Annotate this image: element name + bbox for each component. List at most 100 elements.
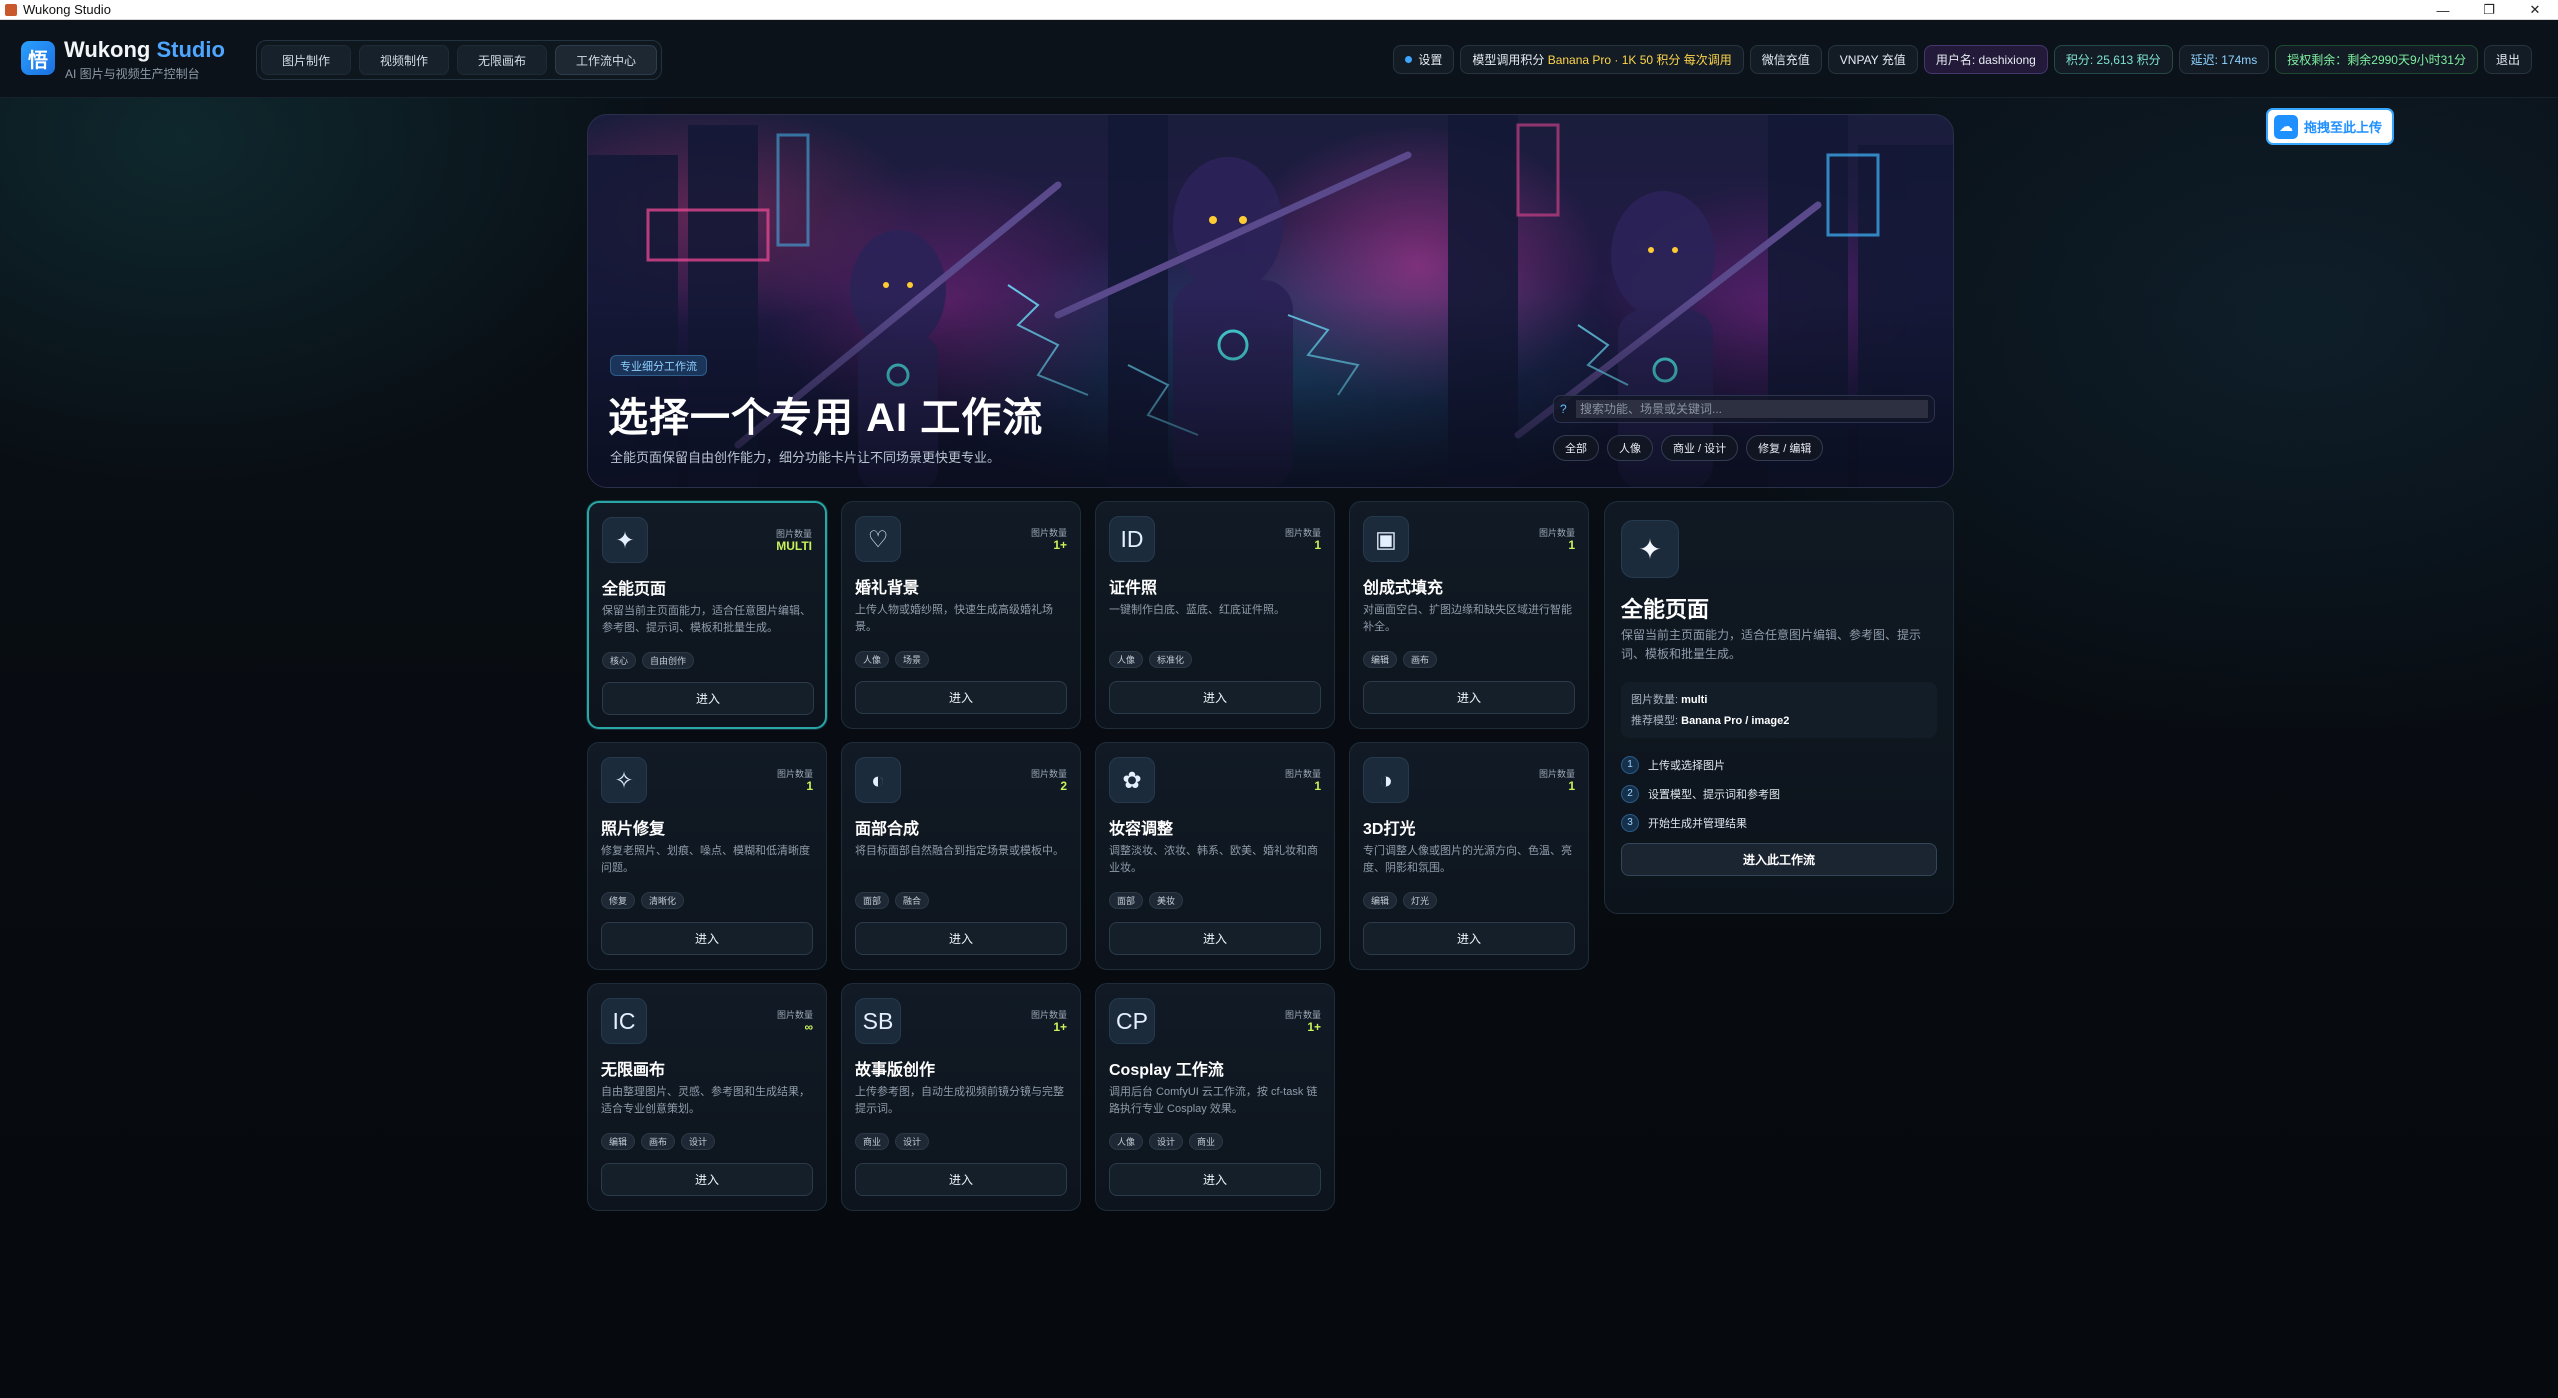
app-icon: [5, 3, 17, 16]
card-description: 上传人物或婚纱照，快速生成高级婚礼场景。: [855, 604, 1053, 633]
workflow-card[interactable]: ◑ 图片数量 1 3D打光 专门调整人像或图片的光源方向、色温、亮度、阴影和氛围。 编辑灯…: [1349, 742, 1589, 970]
minimize-icon[interactable]: —: [2420, 0, 2466, 20]
card-description: 上传参考图，自动生成视频前镜分镜与完整提示词。: [855, 1086, 1064, 1115]
vnpay-recharge-button[interactable]: VNPAY 充值: [1827, 45, 1918, 74]
license-pill: 授权剩余：剩余2990天9小时31分: [2275, 45, 2478, 74]
card-tags: 面部 融合: [855, 892, 930, 909]
brand-main: Wukong: [64, 37, 151, 62]
search-icon: ?: [1560, 402, 1567, 416]
hero-banner: 专业细分工作流 选择一个专用 AI 工作流 全能页面保留自由创作能力，细分功能卡…: [587, 114, 1954, 488]
window-title-bar: Wukong Studio — ❐ ✕: [0, 0, 2558, 20]
card-tag: 画布: [1403, 651, 1438, 668]
card-tag: 设计: [895, 1133, 930, 1150]
workflow-search-input[interactable]: [1576, 400, 1928, 418]
detail-model-row: 推荐模型: Banana Pro / image2: [1631, 711, 1927, 732]
card-title: 故事版创作: [855, 1062, 936, 1079]
card-description: 修复老照片、划痕、噪点、模糊和低清晰度问题。: [601, 845, 810, 874]
card-tag: 清晰化: [641, 892, 685, 909]
nav-image[interactable]: 图片制作: [261, 45, 351, 75]
enter-button[interactable]: 进入: [1109, 1163, 1321, 1196]
upload-label: 拖拽至此上传: [2304, 120, 2383, 135]
brand-subtitle: AI 图片与视频生产控制台: [65, 67, 200, 81]
filter-business-design[interactable]: 商业 / 设计: [1661, 435, 1739, 461]
settings-icon: [1405, 56, 1413, 63]
workflow-card[interactable]: IC 图片数量 ∞ 无限画布 自由整理图片、灵感、参考图和生成结果，适合专业创意策划。编…: [587, 983, 827, 1211]
step-item: 3 开始生成并管理结果: [1621, 808, 1780, 837]
image-count-value: 1+: [1053, 1020, 1067, 1034]
card-description: 一键制作白底、蓝底、红底证件照。: [1109, 604, 1285, 616]
step-item: 2 设置模型、提示词和参考图: [1621, 779, 1780, 808]
card-tag: 人像: [1109, 1133, 1144, 1150]
window-title: Wukong Studio: [23, 2, 111, 17]
step-label: 开始生成并管理结果: [1648, 817, 1747, 830]
restore-icon: ✧: [601, 757, 647, 803]
workflow-card[interactable]: ✿ 图片数量 1 妆容调整 调整淡妆、浓妆、韩系、欧美、婚礼妆和商业妆。 面部 美妆 进入: [1095, 742, 1335, 970]
workflow-card[interactable]: ✦ 图片数量 MULTI 全能页面 保留当前主页面能力，适合任意图片编辑、参考图、提示词…: [587, 501, 827, 729]
settings-button[interactable]: 设置: [1393, 45, 1455, 74]
workflow-card[interactable]: CP 图片数量 1+ Cosplay 工作流 调用后台 ComfyUI 云工作流，按 c…: [1095, 983, 1335, 1211]
enter-button[interactable]: 进入: [1363, 922, 1575, 955]
enter-button[interactable]: 进入: [601, 1163, 813, 1196]
card-tag: 面部: [1109, 892, 1144, 909]
image-count-value: 1+: [1053, 538, 1067, 552]
workflow-detail-panel: ✦ 全能页面 保留当前主页面能力，适合任意图片编辑、参考图、提示词、模板和批量生…: [1604, 501, 1954, 914]
close-icon[interactable]: ✕: [2512, 0, 2558, 20]
logout-button[interactable]: 退出: [2483, 45, 2532, 74]
model-cost-pill[interactable]: 模型调用积分 Banana Pro · 1K 50 积分 每次调用: [1460, 45, 1744, 74]
card-tags: 编辑 画布 设计: [601, 1133, 716, 1150]
enter-button[interactable]: 进入: [855, 681, 1067, 714]
filter-repair-edit[interactable]: 修复 / 编辑: [1746, 435, 1824, 461]
workflow-card[interactable]: ID 图片数量 1 证件照 一键制作白底、蓝底、红底证件照。 人像 标准化 进入: [1095, 501, 1335, 729]
card-title: 无限画布: [601, 1062, 666, 1079]
model-cost-label: 模型调用积分: [1472, 53, 1545, 67]
detail-steps: 1 上传或选择图片 2 设置模型、提示词和参考图 3 开始生成并管理结果: [1621, 750, 1780, 837]
card-tags: 修复 清晰化: [601, 892, 685, 909]
image-count-value: 2: [1060, 779, 1067, 793]
step-number: 2: [1621, 784, 1639, 803]
detail-model-label: 推荐模型:: [1631, 715, 1679, 727]
card-title: 照片修复: [601, 821, 666, 838]
card-description: 调用后台 ComfyUI 云工作流，按 cf-task 链路执行专业 Cospl…: [1109, 1086, 1318, 1115]
card-tag: 编辑: [601, 1133, 636, 1150]
enter-button[interactable]: 进入: [1109, 922, 1321, 955]
maximize-icon[interactable]: ❐: [2466, 0, 2512, 20]
image-count-value: 1: [1314, 538, 1321, 552]
workflow-card[interactable]: ◐ 图片数量 2 面部合成 将目标面部自然融合到指定场景或模板中。 面部 融合 进入: [841, 742, 1081, 970]
enter-button[interactable]: 进入: [1363, 681, 1575, 714]
wechat-recharge-button[interactable]: 微信充值: [1749, 45, 1822, 74]
enter-button[interactable]: 进入: [855, 1163, 1067, 1196]
nav-canvas[interactable]: 无限画布: [457, 45, 547, 75]
card-tags: 面部 美妆: [1109, 892, 1184, 909]
enter-button[interactable]: 进入: [1109, 681, 1321, 714]
filter-all[interactable]: 全部: [1553, 435, 1599, 461]
card-tag: 商业: [855, 1133, 890, 1150]
enter-button[interactable]: 进入: [601, 922, 813, 955]
storyboard-icon: SB: [855, 998, 901, 1044]
detail-count-value: multi: [1681, 694, 1708, 706]
nav-workflow[interactable]: 工作流中心: [555, 45, 657, 75]
card-tag: 修复: [601, 892, 636, 909]
cosplay-icon: CP: [1109, 998, 1155, 1044]
upload-drop-button[interactable]: ☁ 拖拽至此上传: [2266, 108, 2394, 145]
enter-workflow-button[interactable]: 进入此工作流: [1621, 843, 1937, 876]
nav-video[interactable]: 视频制作: [359, 45, 449, 75]
brand-title: Wukong Studio: [64, 37, 225, 63]
card-tag: 场景: [895, 651, 930, 668]
card-tags: 人像 标准化: [1109, 651, 1193, 668]
enter-button[interactable]: 进入: [602, 682, 814, 715]
card-title: 证件照: [1109, 580, 1158, 597]
workflow-card[interactable]: ✧ 图片数量 1 照片修复 修复老照片、划痕、噪点、模糊和低清晰度问题。 修复 清晰化 进入: [587, 742, 827, 970]
filter-portrait[interactable]: 人像: [1607, 435, 1653, 461]
username-pill: 用户名: dashixiong: [1923, 45, 2048, 74]
detail-count-row: 图片数量: multi: [1631, 690, 1927, 711]
app-root: 悟 Wukong Studio AI 图片与视频生产控制台 图片制作 视频制作 …: [0, 20, 2558, 1398]
workflow-card[interactable]: SB 图片数量 1+ 故事版创作 上传参考图，自动生成视频前镜分镜与完整提示词。 商业 设计…: [841, 983, 1081, 1211]
workflow-card[interactable]: ♡ 图片数量 1+ 婚礼背景 上传人物或婚纱照，快速生成高级婚礼场景。 人像 场景 进入: [841, 501, 1081, 729]
workflow-card[interactable]: ▣ 图片数量 1 创成式填充 对画面空白、扩图边缘和缺失区域进行智能补全。 编辑 画布 进入: [1349, 501, 1589, 729]
enter-button[interactable]: 进入: [855, 922, 1067, 955]
card-description: 对画面空白、扩图边缘和缺失区域进行智能补全。: [1363, 604, 1572, 633]
card-tag: 融合: [895, 892, 930, 909]
image-count-value: 1: [806, 779, 813, 793]
step-number: 1: [1621, 755, 1639, 774]
card-tags: 核心 自由创作: [602, 652, 695, 669]
